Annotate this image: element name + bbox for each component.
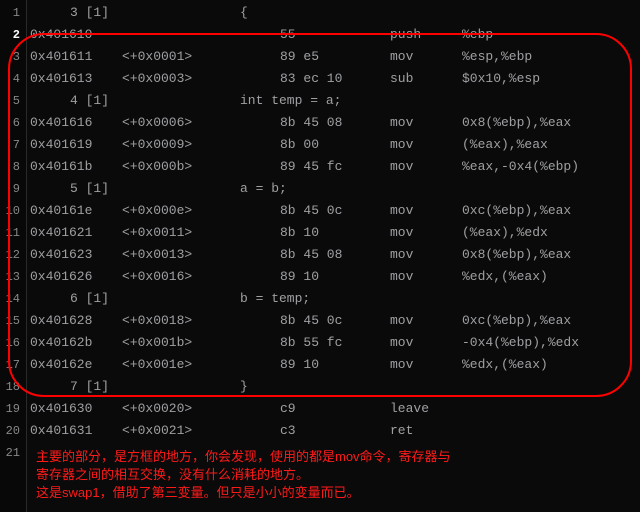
line-number: 21 [0, 442, 20, 464]
line-number: 1 [0, 2, 20, 24]
hex-bytes: c3 [280, 420, 296, 442]
offset: <+0x0021> [122, 420, 192, 442]
address: 0x401630 [30, 398, 92, 420]
editor: 123456789101112131415161718192021 3 [1]{… [0, 0, 640, 512]
offset: <+0x0020> [122, 398, 192, 420]
hex-bytes: c9 [280, 398, 296, 420]
source-code: { [240, 2, 248, 24]
line-number: 2 [0, 24, 20, 46]
source-section: 3 [1] [70, 2, 109, 24]
mnemonic: ret [390, 420, 413, 442]
address: 0x401631 [30, 420, 92, 442]
mnemonic: leave [390, 398, 429, 420]
highlight-box [8, 33, 632, 397]
annotation-line-1: 主要的部分，是方框的地方，你会发现，使用的都是mov命令，寄存器与 [36, 448, 451, 466]
annotation-line-2: 寄存器之间的相互交换，没有什么消耗的地方。 [36, 466, 309, 484]
annotation-line-3: 这是swap1，借助了第三变量。但只是小小的变量而已。 [36, 484, 360, 502]
line-number: 20 [0, 420, 20, 442]
line-number: 19 [0, 398, 20, 420]
